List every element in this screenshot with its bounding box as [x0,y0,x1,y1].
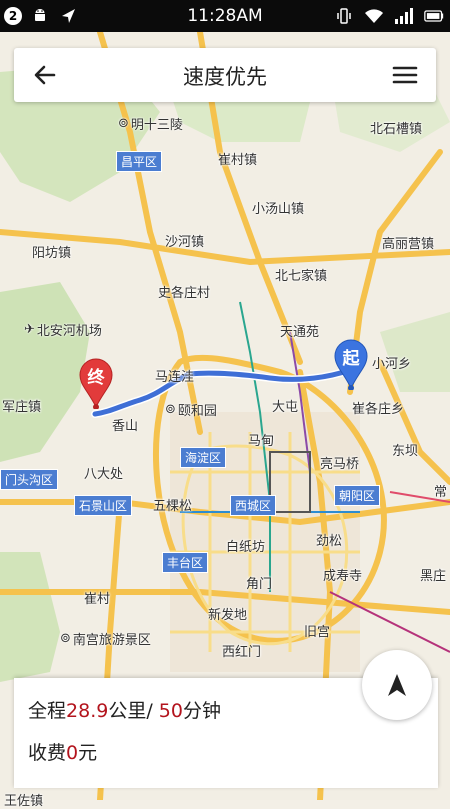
label-madian: 马甸 [248,434,275,449]
label-shahe: 沙河镇 [165,235,205,250]
poi-beianhe[interactable]: ✈ 北安河机场 [24,320,102,339]
label-chengshousi: 成寿寺 [323,569,363,584]
label-dongba: 东坝 [392,444,419,459]
label-cuicun: 崔村镇 [218,153,258,168]
distance-value: 28.9 [66,700,109,722]
label-jiugong: 旧宫 [304,625,331,640]
signal-icon [394,6,414,26]
poi-ming13[interactable]: ⊚ 明十三陵 [118,114,183,133]
distance-duration-line: 全程28.9公里/ 50分钟 [28,696,221,723]
page-title: 速度优先 [183,65,267,89]
label-xihongmen: 西红门 [222,645,262,660]
duration-value: 50 [158,700,183,722]
menu-button[interactable] [390,60,420,90]
poi-icon: ⊚ [118,116,129,131]
label-cuigezhuang: 崔各庄乡 [352,402,405,417]
label-xiangshan: 香山 [112,419,139,434]
airport-icon: ✈ [24,322,35,337]
navigation-arrow-icon [388,674,406,696]
label-dutun: 大屯 [272,400,299,415]
label-liangmaqiao: 亮马桥 [320,457,360,472]
end-marker[interactable]: 终 [78,357,114,409]
start-marker[interactable]: 起 [333,338,369,390]
label-chang: 常 [434,485,448,500]
label-xiaotangshan: 小汤山镇 [252,202,305,217]
start-marker-label: 起 [342,349,360,369]
poi-nangong[interactable]: ⊚ 南宫旅游景区 [60,629,151,648]
label-yangfang: 阳坊镇 [32,246,72,261]
district-label-mentougou: 门头沟区 [0,469,59,490]
district-label-changping: 昌平区 [116,151,163,172]
end-marker-label: 终 [87,368,105,388]
district-label-chaoyang: 朝阳区 [334,485,381,506]
label-badachu: 八大处 [84,467,124,482]
district-label-fengtai: 丰台区 [162,552,209,573]
poi-yiheyuan[interactable]: ⊚ 颐和园 [165,400,217,419]
toll-line: 收费0元 [28,738,97,765]
compass-button[interactable] [362,650,432,720]
wifi-icon [364,6,384,26]
status-bar: 2 11:28AM [0,0,450,32]
district-label-xicheng: 西城区 [230,495,277,516]
header-bar: 速度优先 [14,48,436,102]
poi-icon: ⊚ [165,402,176,417]
label-baizhifang: 白纸坊 [226,540,266,555]
label-wukesong: 五棵松 [153,499,193,514]
label-xinfadi: 新发地 [208,608,248,623]
status-bar-right [334,6,444,26]
hamburger-menu-icon [392,66,418,84]
label-jiaomen: 角门 [246,577,273,592]
toll-label: 收费 [28,742,67,764]
duration-unit: 分钟 [182,700,221,722]
label-junzhuang: 军庄镇 [2,400,42,415]
distance-prefix: 全程 [28,700,67,722]
vibrate-icon [334,6,354,26]
label-heizhuang: 黑庄 [420,569,447,584]
distance-unit: 公里/ [108,700,153,722]
label-shigezhuang: 史各庄村 [158,286,211,301]
label-majiapu: 马连洼 [155,370,195,385]
label-xiaohexiang: 小河乡 [372,357,412,372]
label-beiqicao: 北石槽镇 [370,122,423,137]
label-gaoliying: 高丽营镇 [382,237,435,252]
label-jinsong: 劲松 [316,534,343,549]
toll-value: 0 [66,742,79,764]
battery-icon [424,6,444,26]
district-label-haidian: 海淀区 [180,447,227,468]
label-beiqijia: 北七家镇 [275,269,328,284]
poi-icon: ⊚ [60,631,71,646]
label-hucun: 崔村 [84,592,111,607]
label-tiantongyuan: 天通苑 [280,325,320,340]
district-label-shijingshan: 石景山区 [74,495,133,516]
toll-unit: 元 [78,742,98,764]
